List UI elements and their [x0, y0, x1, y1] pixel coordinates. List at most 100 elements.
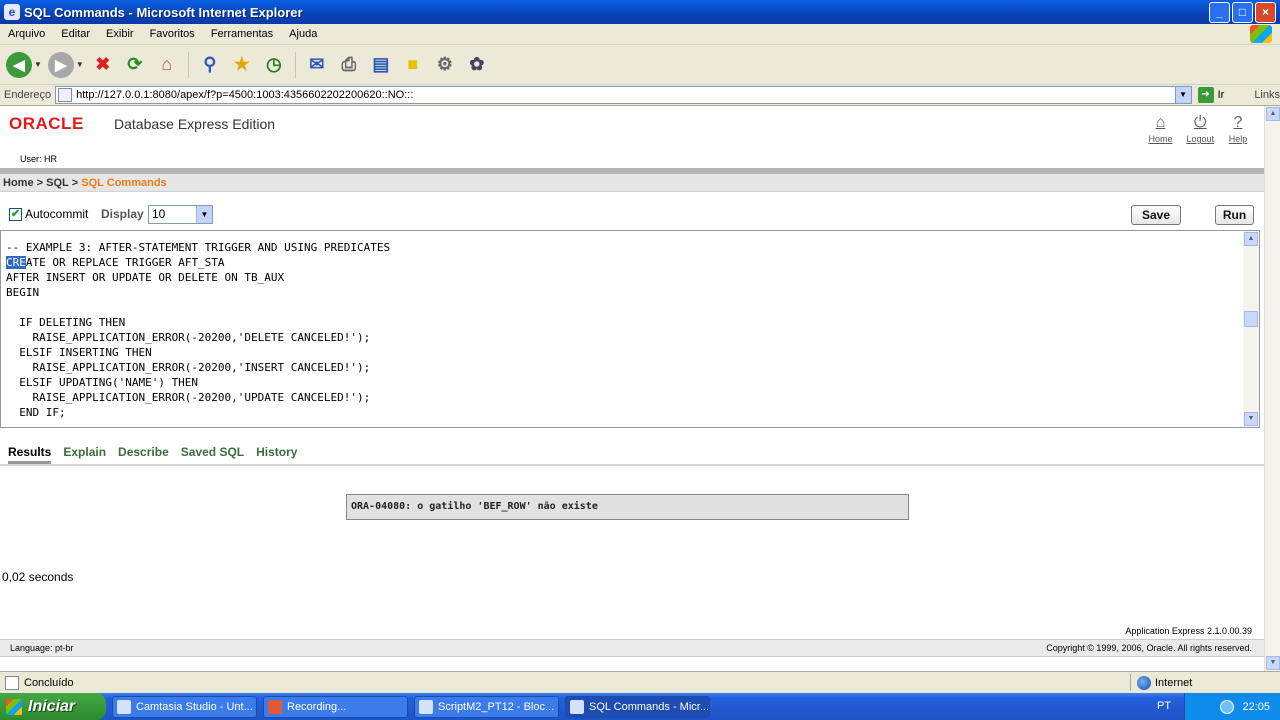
- autocommit-checkbox[interactable]: ✔: [9, 207, 22, 221]
- page-done-icon: [5, 675, 19, 690]
- zone-label: Internet: [1155, 676, 1193, 689]
- close-button[interactable]: ×: [1255, 2, 1276, 23]
- scroll-up-icon[interactable]: ▲: [1244, 232, 1258, 246]
- research-icon[interactable]: ⚙: [432, 52, 458, 78]
- display-label: Display: [101, 207, 144, 221]
- menu-exibir[interactable]: Exibir: [98, 28, 142, 40]
- toolbar-separator: [187, 51, 189, 78]
- header-help-link[interactable]: ? Help: [1228, 112, 1248, 144]
- save-button[interactable]: Save: [1131, 205, 1181, 225]
- menu-editar[interactable]: Editar: [53, 28, 98, 40]
- recording-icon: [268, 699, 282, 714]
- tab-describe[interactable]: Describe: [118, 445, 169, 459]
- browser-toolbar: ◀ ▼ ▶ ▼ ✖ ⟳ ⌂ ⚲ ★ ◷ ✉ ⎙ ▤ ■ ⚙ ✿: [0, 45, 1280, 85]
- taskbar-item-recording[interactable]: Recording...: [263, 695, 408, 718]
- security-zone: Internet: [1130, 674, 1192, 691]
- tab-explain[interactable]: Explain: [63, 445, 106, 459]
- search-icon[interactable]: ⚲: [197, 52, 223, 78]
- tray-icon[interactable]: [1220, 699, 1235, 714]
- display-select[interactable]: 10 ▼: [148, 205, 213, 224]
- tab-results[interactable]: Results: [8, 445, 52, 464]
- home-icon[interactable]: ⌂: [154, 52, 180, 78]
- window-controls: _ □ ×: [1209, 2, 1276, 23]
- discuss-icon[interactable]: ■: [400, 52, 426, 78]
- display-value: 10: [152, 207, 166, 221]
- task-label: Camtasia Studio - Unt...: [136, 700, 253, 713]
- copyright: Copyright © 1999, 2006, Oracle. All righ…: [1046, 643, 1252, 653]
- tab-history[interactable]: History: [256, 445, 297, 459]
- breadcrumb-home[interactable]: Home: [3, 177, 34, 189]
- go-arrow-icon: ➜: [1197, 87, 1214, 103]
- header-logout-link[interactable]: ⏻ Logout: [1186, 112, 1214, 144]
- task-label: ScriptM2_PT12 - Bloc...: [438, 700, 555, 713]
- stop-icon[interactable]: ✖: [90, 52, 116, 78]
- editor-scrollbar[interactable]: ▲ ▼: [1243, 231, 1259, 427]
- status-bar: Concluído Internet: [0, 671, 1280, 693]
- header-help-label: Help: [1228, 134, 1248, 144]
- task-label: Recording...: [287, 700, 347, 713]
- input-language[interactable]: PT: [1157, 700, 1171, 712]
- links-toolbar[interactable]: Links: [1254, 89, 1280, 101]
- breadcrumb-current: SQL Commands: [81, 176, 167, 189]
- code-selection: CRE: [6, 256, 26, 269]
- header-home-link[interactable]: ⌂ Home: [1148, 112, 1172, 144]
- window-title: SQL Commands - Microsoft Internet Explor…: [24, 4, 303, 20]
- sql-code[interactable]: -- EXAMPLE 3: AFTER-STATEMENT TRIGGER AN…: [1, 231, 1259, 420]
- autocommit-toggle[interactable]: ✔ Autocommit: [9, 207, 88, 221]
- web-page: ORACLE Database Express Edition User: HR…: [0, 106, 1264, 671]
- go-button[interactable]: ➜ Ir: [1197, 87, 1224, 103]
- taskbar: Iniciar Camtasia Studio - Unt... Recordi…: [0, 693, 1280, 720]
- address-url[interactable]: http://127.0.0.1:8080/apex/f?p=4500:1003…: [76, 89, 413, 101]
- camtasia-icon: [117, 699, 131, 714]
- logout-icon: ⏻: [1193, 114, 1207, 131]
- windows-logo-icon: [6, 698, 22, 715]
- chevron-down-icon[interactable]: ▼: [196, 206, 212, 223]
- back-icon[interactable]: ◀: [6, 51, 32, 78]
- forward-dropdown-icon[interactable]: ▼: [76, 60, 84, 69]
- editor-scroll-thumb[interactable]: [1244, 311, 1258, 327]
- edit-icon[interactable]: ▤: [368, 52, 394, 78]
- app-header: ORACLE Database Express Edition User: HR…: [0, 106, 1264, 168]
- system-tray: PT 22:05: [1157, 693, 1280, 720]
- sql-editor[interactable]: -- EXAMPLE 3: AFTER-STATEMENT TRIGGER AN…: [0, 230, 1260, 428]
- run-button[interactable]: Run: [1215, 205, 1254, 225]
- minimize-button[interactable]: _: [1209, 2, 1230, 23]
- menu-ferramentas[interactable]: Ferramentas: [203, 28, 281, 40]
- back-dropdown-icon[interactable]: ▼: [34, 60, 42, 69]
- scroll-down-icon[interactable]: ▼: [1244, 412, 1258, 426]
- ie-icon: [570, 699, 584, 714]
- scroll-up-icon[interactable]: ▲: [1266, 107, 1280, 121]
- messenger-icon[interactable]: ✿: [464, 52, 490, 78]
- history-icon[interactable]: ◷: [261, 52, 287, 78]
- forward-icon[interactable]: ▶: [47, 51, 74, 78]
- taskbar-item-notepad[interactable]: ScriptM2_PT12 - Bloc...: [414, 695, 559, 718]
- favorites-icon[interactable]: ★: [229, 52, 255, 78]
- start-button[interactable]: Iniciar: [0, 693, 106, 720]
- page-footer: Language: pt-br Copyright © 1999, 2006, …: [0, 639, 1264, 657]
- home-icon: ⌂: [1155, 114, 1166, 131]
- current-user: User: HR: [20, 154, 58, 164]
- menu-arquivo[interactable]: Arquivo: [0, 28, 53, 40]
- help-icon: ?: [1233, 114, 1243, 131]
- print-icon[interactable]: ⎙: [336, 52, 362, 78]
- refresh-icon[interactable]: ⟳: [122, 52, 148, 78]
- breadcrumb-separator: >: [68, 176, 82, 189]
- taskbar-item-camtasia[interactable]: Camtasia Studio - Unt...: [112, 695, 257, 718]
- menu-ajuda[interactable]: Ajuda: [281, 28, 325, 40]
- header-links: ⌂ Home ⏻ Logout ? Help: [1148, 112, 1248, 144]
- tab-saved-sql[interactable]: Saved SQL: [181, 445, 244, 459]
- globe-icon: [1137, 675, 1151, 690]
- breadcrumb-sql[interactable]: SQL: [46, 177, 69, 189]
- error-message: ORA-04080: o gatilho 'BEF_ROW' não exist…: [346, 494, 909, 520]
- maximize-button[interactable]: □: [1232, 2, 1253, 23]
- ie-icon: e: [4, 4, 20, 20]
- menu-favoritos[interactable]: Favoritos: [142, 28, 203, 40]
- page-scrollbar[interactable]: ▲ ▼: [1264, 106, 1280, 671]
- address-input[interactable]: http://127.0.0.1:8080/apex/f?p=4500:1003…: [55, 86, 1192, 104]
- scroll-down-icon[interactable]: ▼: [1266, 656, 1280, 670]
- address-dropdown-icon[interactable]: ▼: [1174, 87, 1191, 103]
- oracle-logo: ORACLE: [9, 114, 84, 133]
- mail-icon[interactable]: ✉: [304, 52, 330, 78]
- taskbar-item-ie[interactable]: SQL Commands - Micr...: [565, 695, 710, 718]
- product-name: Database Express Edition: [114, 116, 276, 132]
